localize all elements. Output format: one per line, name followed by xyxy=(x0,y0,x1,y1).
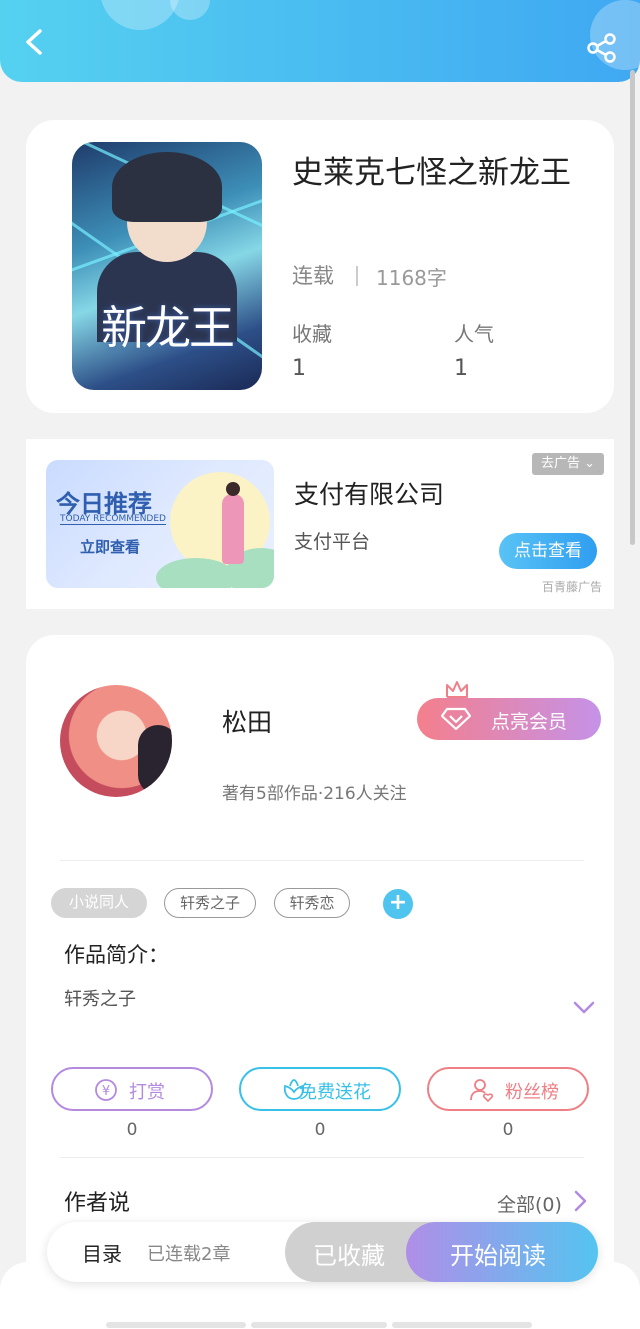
remove-ad-label: 去广告 xyxy=(540,456,580,471)
intro-text: 轩秀之子 xyxy=(64,989,136,1010)
ad-title: 支付有限公司 xyxy=(294,480,445,509)
diamond-icon xyxy=(441,707,471,731)
ad-image-figure-head xyxy=(226,482,240,496)
fan-user-icon xyxy=(470,1079,494,1103)
tag-category[interactable]: 小说同人 xyxy=(51,888,147,918)
tag-item[interactable]: 轩秀恋 xyxy=(274,888,350,918)
activate-vip-button[interactable]: 点亮会员 xyxy=(417,698,601,740)
sheet-bar xyxy=(106,1322,246,1328)
vip-label: 点亮会员 xyxy=(491,711,568,733)
header-bubble-decoration xyxy=(100,0,180,30)
intro-title: 作品简介： xyxy=(64,943,169,967)
sheet-bar xyxy=(251,1322,387,1328)
ad-image-cta: 立即查看 xyxy=(80,538,141,556)
ad-view-button[interactable]: 点击查看 xyxy=(499,533,597,569)
author-says-all-link[interactable]: 全部(0) xyxy=(497,1190,562,1217)
favorites-label: 收藏 xyxy=(292,322,332,346)
book-cover-image[interactable]: 新龙王 xyxy=(72,142,262,390)
ad-subtitle: 支付平台 xyxy=(294,531,371,553)
author-name[interactable]: 松田 xyxy=(222,703,272,739)
remove-ad-button[interactable]: 去广告 ⌄ xyxy=(532,453,604,475)
fan-count: 0 xyxy=(502,1120,514,1140)
favorites-value: 1 xyxy=(292,356,306,381)
sheet-bar xyxy=(392,1322,532,1328)
tag-item[interactable]: 轩秀之子 xyxy=(164,888,256,918)
fan-ranking-label: 粉丝榜 xyxy=(505,1082,559,1103)
author-meta: 著有5部作品·216人关注 xyxy=(222,784,407,804)
toc-button[interactable]: 目录 xyxy=(82,1238,122,1267)
ad-image-subheading: TODAY RECOMMENDED xyxy=(60,514,166,525)
cover-title-art: 新龙王 xyxy=(101,301,235,355)
ad-image[interactable]: 今日推荐 TODAY RECOMMENDED 立即查看 xyxy=(46,460,274,588)
ad-image-figure xyxy=(222,494,244,564)
top-header xyxy=(0,0,640,82)
status-divider xyxy=(356,266,358,286)
chevron-down-icon[interactable] xyxy=(573,1001,595,1015)
ad-banner[interactable]: 今日推荐 TODAY RECOMMENDED 立即查看 支付有限公司 支付平台 … xyxy=(26,439,614,609)
book-title: 史莱克七怪之新龙王 xyxy=(292,155,571,191)
chevron-left-icon[interactable] xyxy=(20,28,48,56)
tip-label: 打赏 xyxy=(129,1082,165,1103)
divider xyxy=(60,860,584,861)
avatar[interactable] xyxy=(60,685,172,797)
popularity-value: 1 xyxy=(454,356,468,381)
start-reading-button[interactable]: 开始阅读 xyxy=(406,1222,598,1282)
popularity-label: 人气 xyxy=(454,322,494,346)
tip-count: 0 xyxy=(126,1120,138,1140)
yen-coin-icon: ¥ xyxy=(95,1079,117,1101)
send-flower-label: 免费送花 xyxy=(299,1082,371,1103)
bottom-action-bar: 目录 已连载2章 已收藏 开始阅读 xyxy=(47,1222,598,1282)
chevron-down-icon: ⌄ xyxy=(584,456,596,471)
scrollbar[interactable] xyxy=(630,70,635,545)
book-status: 连载 xyxy=(292,264,334,288)
svg-text:¥: ¥ xyxy=(102,1084,110,1099)
send-flower-button[interactable]: 免费送花 xyxy=(239,1067,401,1111)
word-count: 1168字 xyxy=(376,266,447,290)
divider xyxy=(60,1157,584,1158)
tip-button[interactable]: ¥ 打赏 xyxy=(51,1067,213,1111)
fan-ranking-button[interactable]: 粉丝榜 xyxy=(427,1067,589,1111)
chapters-status: 已连载2章 xyxy=(147,1244,231,1265)
share-icon[interactable] xyxy=(586,32,618,64)
add-tag-button[interactable]: + xyxy=(383,889,413,919)
header-bubble-decoration xyxy=(170,0,210,20)
flower-count: 0 xyxy=(314,1120,326,1140)
start-reading-label: 开始阅读 xyxy=(450,1242,546,1270)
ad-brand: 百青藤广告 xyxy=(542,580,603,594)
favorited-label: 已收藏 xyxy=(313,1242,385,1270)
cover-figure-hair xyxy=(112,152,222,222)
book-info-card: 新龙王 史莱克七怪之新龙王 连载 1168字 收藏 人气 1 1 xyxy=(26,120,614,413)
chevron-right-icon[interactable] xyxy=(573,1190,587,1212)
author-says-title: 作者说 xyxy=(64,1191,131,1216)
avatar-detail xyxy=(138,725,172,795)
